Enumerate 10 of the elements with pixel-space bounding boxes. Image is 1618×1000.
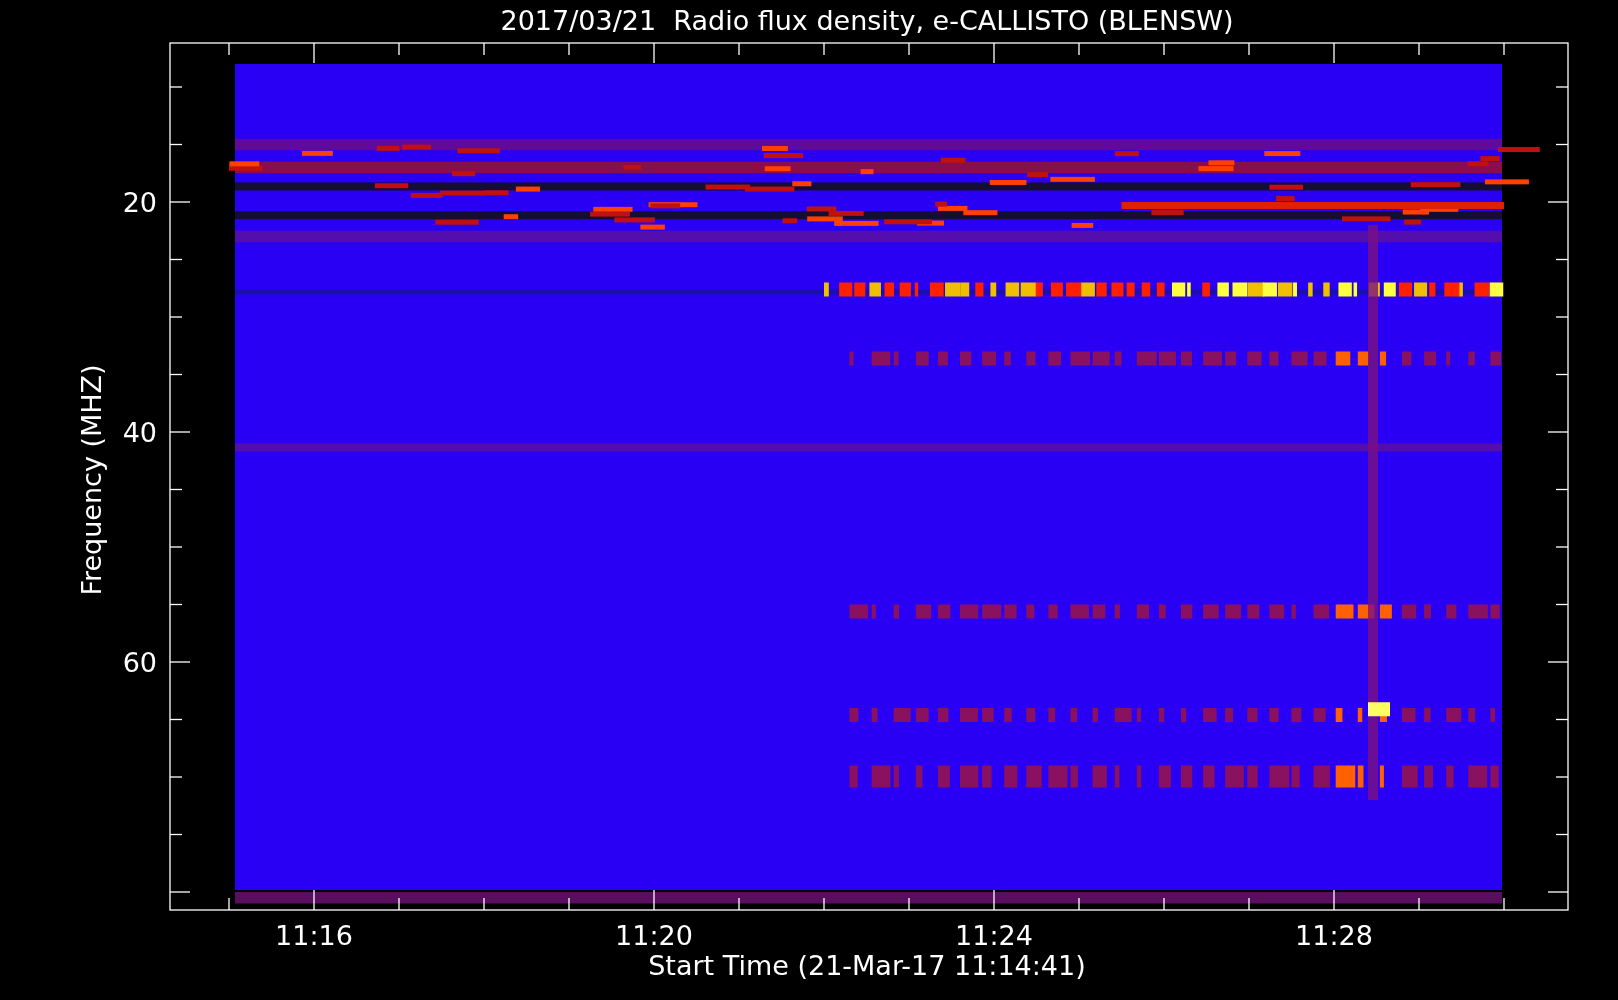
tick-label: 11:16 [275, 920, 353, 951]
tick-label: 11:28 [1295, 920, 1373, 951]
chart-title: 2017/03/21 Radio flux density, e-CALLISTO (BLENSW) [500, 5, 1234, 36]
axis-label: Frequency (MHZ) [76, 364, 107, 596]
tick-label: 60 [122, 647, 157, 678]
tick-label: 11:20 [615, 920, 693, 951]
axis-label: Start Time (21-Mar-17 11:14:41) [648, 950, 1086, 981]
tick-label: 11:24 [955, 920, 1033, 951]
tick-label: 20 [122, 187, 157, 218]
tick-label: 40 [122, 417, 157, 448]
